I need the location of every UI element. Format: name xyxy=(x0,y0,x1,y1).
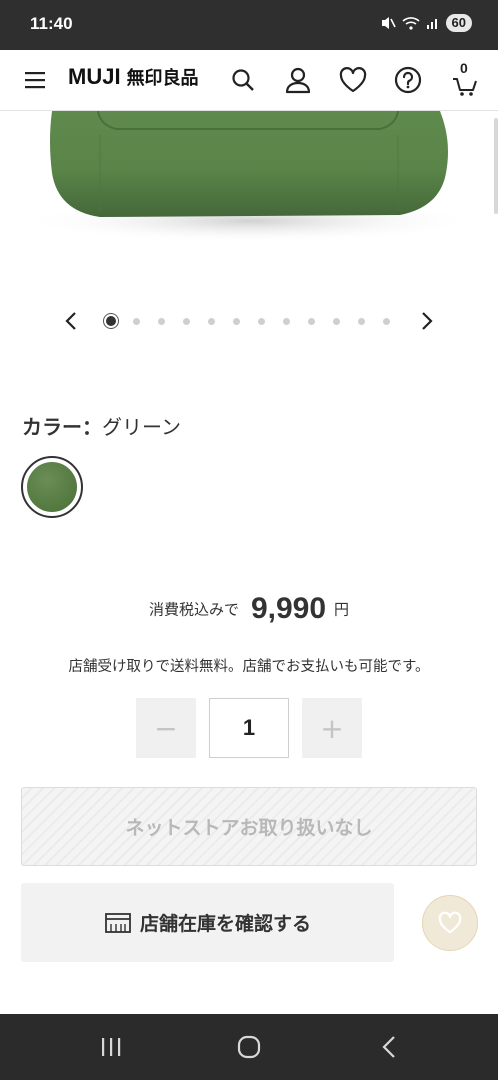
image-carousel-nav xyxy=(0,302,498,340)
home-button[interactable] xyxy=(234,1034,264,1060)
carousel-dot[interactable] xyxy=(283,317,290,325)
color-label-key: カラー： xyxy=(22,415,102,439)
menu-icon xyxy=(25,72,45,89)
recent-apps-button[interactable] xyxy=(96,1034,126,1060)
logo-text-en: MUJI xyxy=(68,64,121,89)
chevron-right-icon xyxy=(422,312,433,330)
heart-icon xyxy=(438,911,462,934)
search-button[interactable] xyxy=(226,50,260,110)
swatch-fill xyxy=(27,462,77,512)
status-bar: 11:40 60 xyxy=(0,0,498,50)
back-icon xyxy=(382,1036,395,1058)
mute-icon xyxy=(381,17,396,29)
carousel-dots xyxy=(104,314,408,328)
help-button[interactable] xyxy=(391,50,425,110)
back-button[interactable] xyxy=(374,1034,404,1060)
product-image[interactable] xyxy=(0,111,498,261)
color-swatch-green[interactable] xyxy=(21,456,83,518)
help-icon xyxy=(394,66,422,94)
carousel-dot[interactable] xyxy=(258,317,265,325)
price-unit: 円 xyxy=(334,600,350,619)
add-favorite-button[interactable] xyxy=(422,895,478,951)
not-available-label: ネットストアお取り扱いなし xyxy=(125,817,373,839)
wifi-icon xyxy=(401,17,420,30)
quantity-input[interactable]: 1 xyxy=(209,698,289,758)
pickup-notice: 店舗受け取りで送料無料。店舗でお支払いも可能です。 xyxy=(68,659,430,675)
menu-button[interactable] xyxy=(18,50,52,110)
site-header: MUJI 無印良品 0 xyxy=(0,50,498,111)
carousel-next-button[interactable] xyxy=(414,308,440,334)
carousel-dot[interactable] xyxy=(183,317,190,325)
page-scrollbar[interactable] xyxy=(494,118,498,214)
quantity-increase-button[interactable]: + xyxy=(302,698,362,758)
price-amount: 9,990 xyxy=(250,592,327,625)
carousel-prev-button[interactable] xyxy=(58,308,84,334)
store-icon xyxy=(105,912,131,933)
price-block: 消費税込みで 9,990 円 xyxy=(0,592,498,626)
check-store-stock-button[interactable]: 店舗在庫を確認する xyxy=(21,883,394,962)
status-time: 11:40 xyxy=(30,14,73,33)
heart-icon xyxy=(339,67,367,93)
chevron-left-icon xyxy=(65,312,76,330)
carousel-dot[interactable] xyxy=(158,317,165,325)
carousel-dot[interactable] xyxy=(333,317,340,325)
account-button[interactable] xyxy=(280,50,316,110)
product-photo xyxy=(20,111,480,243)
check-store-stock-label: 店舗在庫を確認する xyxy=(139,913,311,935)
carousel-dot[interactable] xyxy=(308,317,315,325)
carousel-dot[interactable] xyxy=(233,317,240,325)
carousel-dot[interactable] xyxy=(358,317,365,325)
carousel-dot[interactable] xyxy=(383,317,390,325)
color-label: カラー：グリーン xyxy=(22,411,181,440)
favorites-button[interactable] xyxy=(336,50,370,110)
carousel-dot[interactable] xyxy=(106,316,116,326)
muji-logo[interactable]: MUJI 無印良品 xyxy=(68,64,199,90)
home-icon xyxy=(237,1035,261,1059)
logo-text-jp: 無印良品 xyxy=(126,68,199,89)
not-available-button[interactable]: ネットストアお取り扱いなし xyxy=(21,787,477,866)
cart-button[interactable] xyxy=(448,50,482,110)
quantity-decrease-button[interactable]: − xyxy=(136,698,196,758)
status-icons: 60 xyxy=(380,14,472,32)
price-prefix: 消費税込みで xyxy=(148,600,239,619)
search-icon xyxy=(232,69,254,91)
battery-indicator: 60 xyxy=(445,14,472,32)
color-label-value: グリーン xyxy=(102,415,181,439)
cart-count-badge: 0 xyxy=(460,60,468,76)
recent-apps-icon xyxy=(102,1038,121,1056)
signal-icon xyxy=(426,19,437,29)
carousel-dot[interactable] xyxy=(208,317,215,325)
carousel-dot[interactable] xyxy=(133,317,140,325)
account-icon xyxy=(285,67,311,94)
system-nav-bar xyxy=(0,1014,498,1080)
